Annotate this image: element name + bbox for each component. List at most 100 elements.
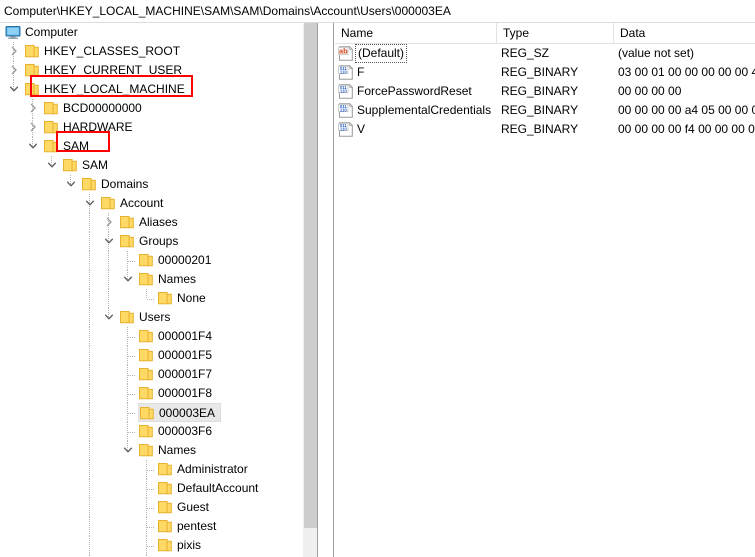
tree-item-content[interactable]: 000001F5 [138,346,217,365]
tree-item-users[interactable]: Users [0,308,317,327]
tree-item-content[interactable]: Computer [5,23,83,42]
tree-item-content[interactable]: Guest [157,498,214,517]
tree-item-hkey-local-machine[interactable]: HKEY_LOCAL_MACHINE [0,80,317,99]
address-path-text[interactable]: Computer\HKEY_LOCAL_MACHINE\SAM\SAM\Doma… [4,4,451,19]
tree-item-hkey-current-user[interactable]: HKEY_CURRENT_USER [0,61,317,80]
chevron-right-icon[interactable] [6,61,22,80]
tree-item-000003f6[interactable]: 000003F6 [0,422,317,441]
tree-item-content[interactable]: Administrator [157,460,253,479]
tree-item-label: Domains [97,175,148,194]
tree-item-domains[interactable]: Domains [0,175,317,194]
tree-item-content[interactable]: HKEY_LOCAL_MACHINE [24,80,190,99]
tree-item-guest[interactable]: Guest [0,498,317,517]
tree-item-aliases[interactable]: Aliases [0,213,317,232]
tree-item-content[interactable]: HARDWARE [43,118,138,137]
chevron-right-icon[interactable] [101,213,117,232]
folder-icon [119,213,135,232]
value-data-text: (value not set) [618,44,755,63]
tree-item-00000201[interactable]: 00000201 [0,251,317,270]
tree-item-names[interactable]: Names [0,441,317,460]
tree-item-pixis[interactable]: pixis [0,536,317,555]
tree-indent-guide [89,384,90,403]
chevron-right-icon[interactable] [6,42,22,61]
tree-item-names[interactable]: Names [0,270,317,289]
tree-item-hardware[interactable]: HARDWARE [0,118,317,137]
tree-item-sam[interactable]: SAM [0,156,317,175]
tree-item-content[interactable]: 000001F7 [138,365,217,384]
tree-item-content[interactable]: 000001F8 [138,384,217,403]
chevron-down-icon[interactable] [0,23,3,42]
tree-item-content[interactable]: Names [138,270,201,289]
value-row[interactable]: ab(Default)REG_SZ(value not set) [335,44,755,63]
tree-item-content[interactable]: SAM [62,156,113,175]
value-row[interactable]: 011110FREG_BINARY03 00 01 00 00 00 00 00… [335,63,755,82]
tree-item-content[interactable]: pentest [157,517,221,536]
value-name-cell[interactable]: 011110SupplementalCredentials [335,101,497,120]
chevron-down-icon[interactable] [6,80,22,99]
tree-item-content[interactable]: None [157,289,211,308]
tree-item-content[interactable]: HKEY_CLASSES_ROOT [24,42,185,61]
value-row[interactable]: 011110SupplementalCredentialsREG_BINARY0… [335,101,755,120]
pane-splitter[interactable] [317,23,334,557]
chevron-down-icon[interactable] [63,175,79,194]
tree-item-content[interactable]: Aliases [119,213,183,232]
column-header-name[interactable]: Name [335,23,497,44]
value-name-cell[interactable]: 011110F [335,63,497,82]
tree-item-sam[interactable]: SAM [0,137,317,156]
tree-item-label: 000001F8 [154,384,212,403]
tree-item-content[interactable]: Names [138,441,201,460]
tree-indent-guide [89,479,90,498]
tree-item-administrator[interactable]: Administrator [0,460,317,479]
tree-item-content[interactable]: HKEY_CURRENT_USER [24,61,187,80]
tree-item-000001f4[interactable]: 000001F4 [0,327,317,346]
tree-item-content[interactable]: Users [119,308,175,327]
chevron-down-icon[interactable] [120,270,136,289]
value-row[interactable]: 011110VREG_BINARY00 00 00 00 f4 00 00 00… [335,120,755,139]
tree-item-bcd00000000[interactable]: BCD00000000 [0,99,317,118]
tree-item-000001f5[interactable]: 000001F5 [0,346,317,365]
chevron-down-icon[interactable] [101,308,117,327]
value-row[interactable]: 011110ForcePasswordResetREG_BINARY00 00 … [335,82,755,101]
folder-icon [139,404,155,423]
tree-scrollbar-thumb[interactable] [304,23,317,528]
tree-item-account[interactable]: Account [0,194,317,213]
tree-item-000003ea[interactable]: 000003EA [0,403,317,422]
tree-item-000001f8[interactable]: 000001F8 [0,384,317,403]
chevron-down-icon[interactable] [25,137,41,156]
tree-item-label: None [173,289,206,308]
tree-item-content[interactable]: Domains [81,175,153,194]
chevron-right-icon[interactable] [25,118,41,137]
tree-item-content[interactable]: Account [100,194,168,213]
tree-item-content[interactable]: BCD00000000 [43,99,147,118]
value-name-cell[interactable]: 011110V [335,120,497,139]
tree-item-content[interactable]: Groups [119,232,183,251]
tree-item-hkey-classes-root[interactable]: HKEY_CLASSES_ROOT [0,42,317,61]
chevron-down-icon[interactable] [101,232,117,251]
tree-item-selected[interactable]: 000003EA [138,403,221,422]
folder-icon [100,194,116,213]
chevron-right-icon[interactable] [25,99,41,118]
tree-item-groups[interactable]: Groups [0,232,317,251]
tree-item-content[interactable]: pixis [157,536,206,555]
registry-tree-pane[interactable]: ComputerHKEY_CLASSES_ROOTHKEY_CURRENT_US… [0,23,317,557]
tree-item-computer[interactable]: Computer [0,23,317,42]
tree-item-content[interactable]: DefaultAccount [157,479,263,498]
value-name-cell[interactable]: ab(Default) [335,44,497,63]
value-name-cell[interactable]: 011110ForcePasswordReset [335,82,497,101]
chevron-down-icon[interactable] [120,441,136,460]
tree-item-000001f7[interactable]: 000001F7 [0,365,317,384]
chevron-down-icon[interactable] [82,194,98,213]
registry-values-pane[interactable]: Name Type Data ab(Default)REG_SZ(value n… [335,23,755,557]
column-header-data[interactable]: Data [614,23,755,44]
tree-item-defaultaccount[interactable]: DefaultAccount [0,479,317,498]
tree-item-content[interactable]: 000003F6 [138,422,217,441]
tree-scrollbar[interactable] [302,23,317,557]
tree-item-content[interactable]: 00000201 [138,251,216,270]
address-bar[interactable]: Computer\HKEY_LOCAL_MACHINE\SAM\SAM\Doma… [0,0,755,23]
tree-item-content[interactable]: SAM [43,137,94,156]
column-header-type[interactable]: Type [497,23,614,44]
chevron-down-icon[interactable] [44,156,60,175]
tree-item-pentest[interactable]: pentest [0,517,317,536]
tree-item-none[interactable]: None [0,289,317,308]
tree-item-content[interactable]: 000001F4 [138,327,217,346]
